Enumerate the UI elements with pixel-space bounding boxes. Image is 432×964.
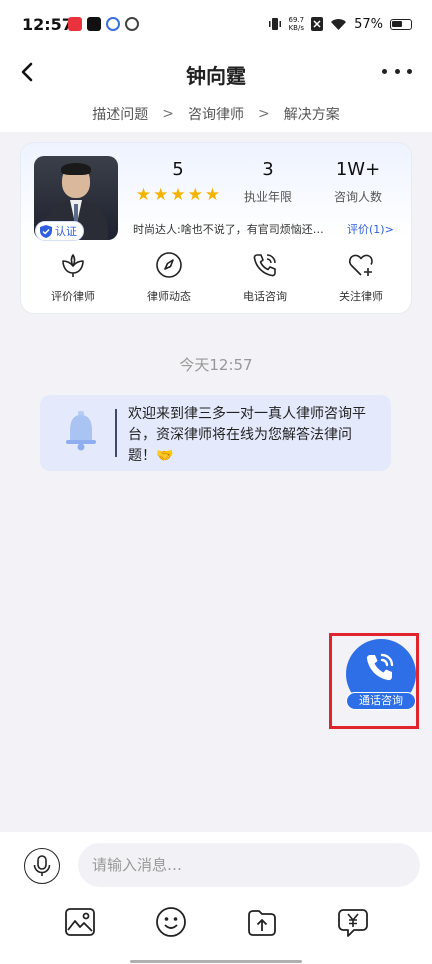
welcome-notice: 欢迎来到律三多一对一真人律师咨询平台，资深律师将在线为您解答法律问题！🤝 (40, 395, 391, 471)
chevron-right-icon: > (258, 106, 270, 122)
shield-check-icon (40, 224, 52, 238)
star-icon: ★ (187, 185, 203, 205)
composer (0, 832, 432, 964)
rating-value: 5 (172, 159, 184, 180)
rate-flower-icon (62, 254, 84, 277)
star-icon: ★ (153, 185, 169, 205)
upload-file-icon[interactable] (246, 906, 278, 938)
status-time: 12:57 (22, 15, 73, 34)
consults-label: 咨询人数 (333, 190, 382, 204)
sim-icon (311, 17, 324, 31)
status-notification-icons (68, 17, 139, 31)
network-speed: 69.7 KB/s (288, 16, 305, 32)
rating-stat: 5 ★ ★ ★ ★ ★ (133, 159, 223, 205)
image-icon[interactable] (64, 906, 96, 938)
notice-divider (115, 409, 117, 457)
page-title: 钟向霆 (186, 64, 246, 88)
more-dots-icon[interactable] (382, 60, 412, 82)
star-icon: ★ (204, 185, 221, 205)
composer-toolbar (0, 906, 432, 938)
lawyer-card: 认证 5 ★ ★ ★ ★ ★ 3 执业年限 1W+ 咨询人数 时尚达人:啥也不说… (20, 142, 412, 314)
microphone-icon (33, 855, 51, 876)
wifi-icon (331, 18, 347, 30)
message-input[interactable] (78, 843, 420, 887)
lawyer-feed-button[interactable]: 律师动态 (129, 251, 209, 304)
tiktok-icon (87, 17, 101, 31)
consults-stat: 1W+ 咨询人数 (313, 159, 403, 205)
step-consult: 咨询律师 (188, 107, 244, 123)
compass-icon (156, 252, 182, 278)
status-indicators: 69.7 KB/s 57% (268, 16, 412, 32)
follow-lawyer-button[interactable]: 关注律师 (321, 251, 401, 304)
app-notification-icon (106, 17, 120, 31)
years-value: 3 (262, 159, 274, 180)
status-bar: 12:57 69.7 KB/s 57% (0, 0, 432, 50)
app-notification-icon (68, 17, 82, 31)
heart-plus-icon (349, 254, 373, 276)
emoji-icon[interactable] (155, 906, 187, 938)
phone-call-icon (366, 653, 394, 681)
call-consult-label[interactable]: 通话咨询 (346, 692, 416, 710)
chevron-right-icon: > (162, 106, 174, 122)
vibrate-icon (268, 18, 281, 30)
home-indicator (130, 960, 302, 963)
step-solution: 解决方案 (283, 107, 340, 123)
voice-input-button[interactable] (24, 848, 60, 884)
app-notification-icon (125, 17, 139, 31)
lawyer-stats: 5 ★ ★ ★ ★ ★ 3 执业年限 1W+ 咨询人数 (133, 159, 403, 205)
chat-time-divider: 今天12:57 (179, 356, 253, 374)
phone-icon (253, 254, 276, 277)
review-link[interactable]: 评价(1)> (347, 221, 394, 237)
star-icon: ★ (170, 185, 186, 205)
lawyer-actions: 评价律师 律师动态 电话咨询 关注律师 (21, 251, 413, 304)
rate-lawyer-button[interactable]: 评价律师 (33, 251, 113, 304)
battery-percent: 57% (354, 16, 383, 32)
title-bar: 钟向霆 (0, 50, 432, 96)
step-breadcrumb: 描述问题 > 咨询律师 > 解决方案 (0, 96, 432, 132)
notice-text: 欢迎来到律三多一对一真人律师咨询平台，资深律师将在线为您解答法律问题！🤝 (128, 406, 366, 464)
star-icon: ★ (135, 185, 152, 205)
certified-badge: 认证 (35, 221, 84, 241)
review-snippet: 时尚达人:啥也不说了，有官司烦恼还… (133, 223, 324, 236)
years-stat: 3 执业年限 (223, 159, 313, 205)
bell-icon (66, 411, 96, 451)
payment-yuan-icon[interactable] (337, 906, 369, 938)
rating-stars: ★ ★ ★ ★ ★ (133, 186, 223, 204)
consults-value: 1W+ (335, 159, 381, 180)
step-describe: 描述问题 (92, 107, 149, 123)
phone-consult-button[interactable]: 电话咨询 (225, 251, 305, 304)
battery-icon (390, 18, 412, 30)
years-label: 执业年限 (243, 190, 292, 204)
